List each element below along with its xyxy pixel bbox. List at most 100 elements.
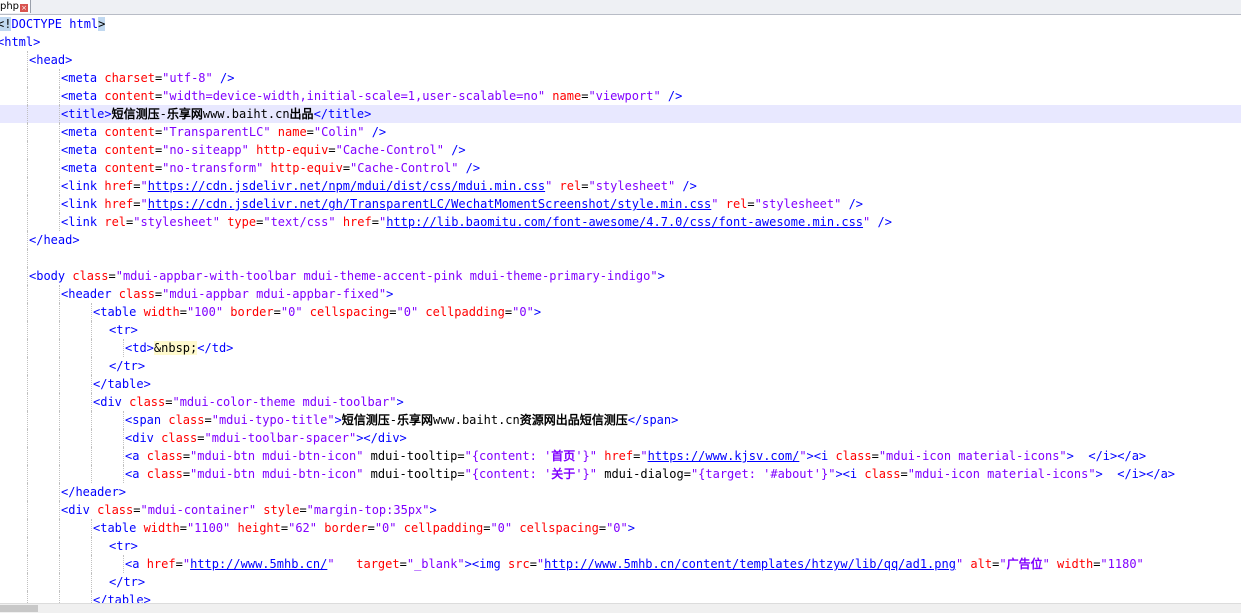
- code-line: </table>: [0, 375, 1241, 393]
- code-token: <body: [29, 269, 73, 283]
- indent-guide: [59, 555, 60, 573]
- code-line: <link href="https://cdn.jsdelivr.net/npm…: [0, 177, 1241, 195]
- code-content: <!DOCTYPE html>: [0, 15, 106, 33]
- code-token: http-equiv: [248, 143, 329, 157]
- code-token: href: [104, 179, 134, 193]
- indent-guide: [123, 411, 124, 429]
- code-token: >: [429, 503, 437, 517]
- code-token: </table>: [93, 377, 151, 391]
- code-token: "0": [280, 305, 303, 319]
- indent-guide: [91, 591, 92, 603]
- indent-guide: [123, 447, 124, 465]
- indent-guide: [91, 447, 92, 465]
- code-token: class: [864, 467, 901, 481]
- code-token: "mdui-icon material-icons": [907, 467, 1096, 481]
- code-token: class: [129, 395, 166, 409]
- code-token: <meta: [61, 71, 105, 85]
- code-token: <meta: [61, 161, 105, 175]
- indent-guide: [27, 51, 28, 69]
- code-token: name: [270, 125, 307, 139]
- code-token[interactable]: http://www.5mhb.cn/content/templates/htz…: [544, 557, 956, 571]
- code-token: =: [900, 467, 908, 481]
- code-token: border: [223, 305, 274, 319]
- code-token[interactable]: https://www.kjsv.com/: [648, 449, 800, 463]
- code-token: 出品: [289, 107, 314, 121]
- indent-guide: [59, 69, 60, 87]
- file-tab[interactable]: php ×: [0, 0, 32, 13]
- indent-guide: [27, 213, 28, 231]
- code-token: "mdui-typo-title": [211, 413, 335, 427]
- code-token: "utf-8": [162, 71, 213, 85]
- indent-guide: [91, 303, 92, 321]
- code-token[interactable]: http://lib.baomitu.com/font-awesome/4.7.…: [386, 215, 863, 229]
- code-token: />: [660, 89, 683, 103]
- indent-guide: [91, 519, 92, 537]
- code-token: "_blank": [406, 557, 465, 571]
- indent-guide: [27, 375, 28, 393]
- code-line: <body class="mdui-appbar-with-toolbar md…: [0, 267, 1241, 285]
- code-token: </header>: [61, 485, 127, 499]
- code-line: <td>&nbsp;</td>: [0, 339, 1241, 357]
- code-token: "0": [512, 305, 534, 319]
- code-token: content: [104, 125, 155, 139]
- code-content: <html>: [0, 33, 40, 51]
- code-token: "1100": [186, 521, 231, 535]
- code-token: =: [328, 143, 336, 157]
- indent-guide: [59, 429, 60, 447]
- indent-guide: [27, 555, 28, 573]
- indent-guide: [91, 357, 92, 375]
- code-token: <html>: [0, 35, 41, 49]
- code-content: <body class="mdui-appbar-with-toolbar md…: [29, 267, 665, 285]
- scrollbar-thumb[interactable]: [0, 605, 38, 612]
- code-token: />: [212, 71, 235, 85]
- code-token: </i></a>: [1088, 449, 1147, 463]
- code-token: />: [458, 161, 481, 175]
- indent-guide: [59, 195, 60, 213]
- indent-guide: [59, 573, 60, 591]
- indent-guide: [27, 501, 28, 519]
- indent-guide: [91, 429, 92, 447]
- indent-guide: [27, 105, 28, 123]
- code-content: </header>: [61, 483, 126, 501]
- code-content: <title>短信测压-乐享网www.baiht.cn出品</title>: [61, 105, 371, 123]
- code-line: <a class="mdui-btn mdui-btn-icon" mdui-t…: [0, 465, 1241, 483]
- code-token: "62": [288, 521, 318, 535]
- code-token[interactable]: https://cdn.jsdelivr.net/gh/TransparentL…: [148, 197, 712, 211]
- indent-guide: [123, 555, 124, 573]
- code-token: class: [161, 431, 198, 445]
- code-token: -: [389, 413, 398, 427]
- code-content: <span class="mdui-typo-title">短信测压-乐享网ww…: [125, 411, 678, 429]
- code-content: <table width="100" border="0" cellspacin…: [93, 303, 541, 321]
- code-line: <meta content="TransparentLC" name="Coli…: [0, 123, 1241, 141]
- code-line: <meta content="width=device-width,initia…: [0, 87, 1241, 105]
- code-token: www.baiht.cn: [433, 413, 520, 427]
- indent-guide: [59, 141, 60, 159]
- code-token: "0": [606, 521, 628, 535]
- code-token: ><i: [806, 449, 836, 463]
- code-token: ": [182, 557, 191, 571]
- code-editor[interactable]: <!DOCTYPE html> <html> <head> <meta charset…: [0, 15, 1241, 603]
- close-tab-icon[interactable]: ×: [20, 4, 29, 12]
- code-token: </i></a>: [1117, 467, 1176, 481]
- code-token[interactable]: https://cdn.jsdelivr.net/npm/mdui/dist/c…: [148, 179, 545, 193]
- indent-guide: [27, 141, 28, 159]
- indent-guide: [91, 339, 92, 357]
- indent-guide: [27, 303, 28, 321]
- code-content: <div class="mdui-container" style="margi…: [61, 501, 437, 519]
- code-token: width: [1049, 557, 1094, 571]
- code-token: charset: [104, 71, 155, 85]
- indent-guide: [59, 105, 60, 123]
- code-token: >: [98, 17, 106, 31]
- code-line: <tr>: [0, 321, 1241, 339]
- code-token: >: [533, 305, 542, 319]
- code-content: </tr>: [109, 573, 145, 591]
- code-token: <tr>: [109, 323, 138, 337]
- code-line: </head>: [0, 231, 1241, 249]
- code-token: href: [104, 197, 134, 211]
- code-token[interactable]: http://www.5mhb.cn/: [190, 557, 327, 571]
- code-token: </title>: [313, 107, 372, 121]
- indent-guide: [27, 123, 28, 141]
- code-content: <a class="mdui-btn mdui-btn-icon" mdui-t…: [125, 465, 1175, 483]
